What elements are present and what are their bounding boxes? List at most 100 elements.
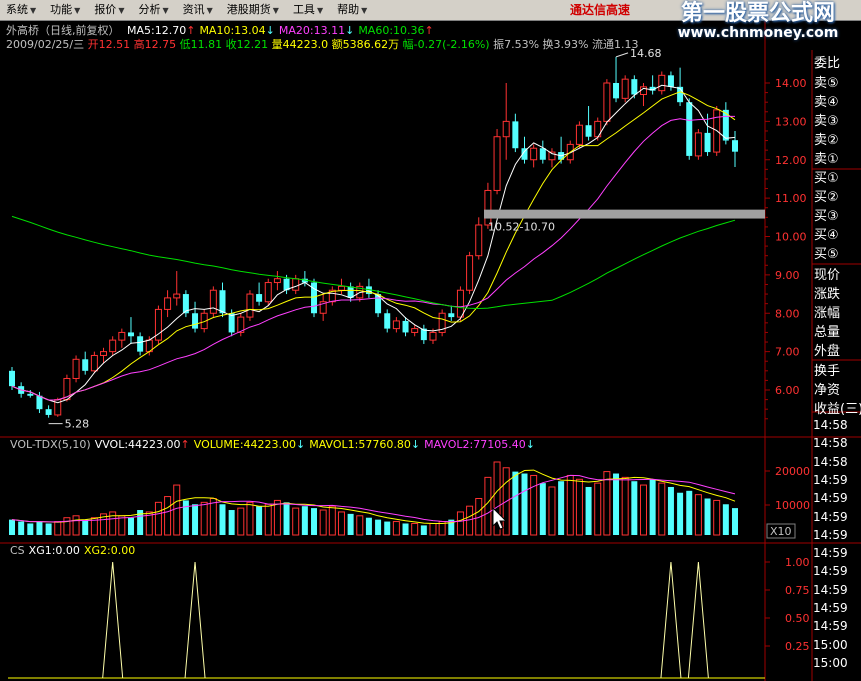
candle-body-up: [392, 320, 400, 330]
vol-label-text: VOL-TDX(5,10): [10, 438, 91, 451]
tick-time: 14:59: [813, 601, 848, 615]
volume-bar-up: [548, 486, 556, 536]
candle-body-up: [411, 328, 419, 333]
bar-turnover: 换3.93%: [542, 38, 589, 51]
sell-level-label: 卖③: [814, 114, 839, 129]
candle-body-up: [475, 224, 483, 257]
bar-volume: 量44223.0: [271, 38, 329, 51]
candle-body-down: [667, 75, 674, 87]
candle-body-up: [456, 289, 464, 318]
volume-bar-down: [686, 490, 693, 535]
volume-bar-up: [173, 484, 181, 536]
volume-bar-up: [603, 471, 611, 536]
candle-body-down: [704, 132, 711, 153]
tick-time: 14:59: [813, 546, 848, 561]
volume-bar-up: [658, 482, 666, 536]
volume-bar-down: [18, 521, 25, 535]
candle-body-down: [539, 148, 546, 160]
volume-bar-up: [237, 507, 245, 536]
volume-bar-up: [200, 501, 208, 536]
volume-bar-down: [631, 481, 638, 535]
volume-bar-down: [365, 517, 372, 535]
volume-bar-down: [82, 519, 89, 535]
candle-body-up: [603, 82, 611, 122]
vol-label-text: VVOL:44223.00: [94, 438, 181, 451]
candle-body-up: [466, 255, 474, 291]
volume-bar-up: [530, 474, 538, 536]
volume-bar-down: [27, 523, 34, 535]
candle-body-up: [502, 120, 510, 138]
volume-bar-up: [575, 478, 583, 536]
tick-time: 14:59: [813, 619, 848, 634]
volume-bar-up: [456, 511, 464, 536]
buy-level-label: 买②: [814, 190, 839, 205]
candle-body-up: [246, 293, 254, 318]
quote-label: 现价: [814, 268, 841, 283]
cs-label-text: XG2:0.00: [83, 544, 136, 557]
ma-label-text: MA60:10.36: [358, 24, 425, 37]
volume-bar-up: [392, 521, 400, 536]
volume-bar-up: [292, 507, 300, 536]
cs-label-text: CS: [10, 544, 25, 557]
cs-label-2: XG2:0.00: [84, 544, 135, 557]
volume-bar-up: [411, 522, 419, 536]
watermark-cn: 第一股票公式网: [680, 1, 835, 26]
candle-body-down: [512, 121, 519, 149]
candle-body-down: [137, 336, 144, 352]
price-axis-label: 14.00: [775, 77, 807, 90]
xg2-signal-spike: [660, 561, 682, 679]
price-axis-label: 13.00: [775, 115, 807, 128]
bar-high: 高12.75: [133, 38, 177, 51]
volume-bar-down: [512, 471, 519, 535]
volume-axis-label: 10000: [775, 499, 810, 512]
ma5-line: [11, 84, 736, 404]
candle-body-up: [264, 282, 272, 303]
candle-body-down: [127, 332, 134, 337]
volume-bar-up: [328, 505, 336, 536]
ma-label-text: MA5:12.70: [127, 24, 187, 37]
tick-time: 14:59: [813, 509, 848, 524]
sell-level-label: 卖⑤: [814, 76, 839, 91]
volume-bar-down: [558, 481, 565, 535]
candle-body-down: [448, 313, 455, 318]
tick-time: 14:58: [813, 454, 848, 469]
candle-body-down: [36, 395, 43, 410]
arrow-down-icon: ↓: [296, 438, 306, 451]
bar-date: 2009/02/25/三: [6, 38, 85, 51]
quote-label: 总量: [814, 325, 841, 340]
tick-time: 14:59: [813, 564, 848, 579]
volume-bar-down: [539, 483, 546, 535]
arrow-down-icon: ↓: [265, 24, 275, 37]
xg2-signal-spike: [184, 561, 206, 679]
candle-body-down: [45, 409, 52, 415]
volume-bar-down: [585, 486, 592, 535]
volume-bar-down: [613, 473, 620, 535]
kline-chart[interactable]: 14.00 13.00 12.00 11.00 10.00 9.00 8.00 7.00 6.0…: [0, 0, 861, 681]
vol-label-0: VOL-TDX(5,10): [10, 438, 91, 451]
buy-level-label: 买③: [814, 209, 839, 224]
volume-bar-up: [694, 494, 702, 536]
bar-low: 低11.81: [179, 38, 223, 51]
volume-bars-group: [9, 461, 738, 536]
cs-header: CS XG1:0.00 XG2:0.00: [6, 544, 135, 558]
volume-bar-down: [283, 502, 290, 535]
stock-title: 外高桥（日线,前复权）: [6, 24, 120, 37]
volume-bar-down: [347, 513, 354, 535]
candle-body-up: [429, 331, 437, 341]
volume-bar-up: [118, 515, 126, 536]
ma20-line: [11, 115, 735, 401]
volume-unit-label: X10: [770, 525, 792, 538]
candle-body-up: [292, 278, 300, 291]
arrow-down-icon: ↓: [345, 24, 355, 37]
volume-bar-down: [649, 479, 656, 535]
quote-label: 涨跌: [814, 287, 841, 302]
volume-bar-down: [256, 506, 263, 535]
cs-axis-label: 1.00: [785, 556, 810, 569]
sell-level-label: 卖①: [814, 152, 839, 167]
volume-bar-up: [319, 509, 327, 536]
sell-level-label: 卖④: [814, 95, 839, 110]
ma10-line: [11, 91, 736, 401]
volume-bar-down: [182, 500, 189, 535]
candle-body-up: [621, 78, 629, 99]
vol-label-3: MAVOL1:57760.80↓: [309, 438, 420, 451]
